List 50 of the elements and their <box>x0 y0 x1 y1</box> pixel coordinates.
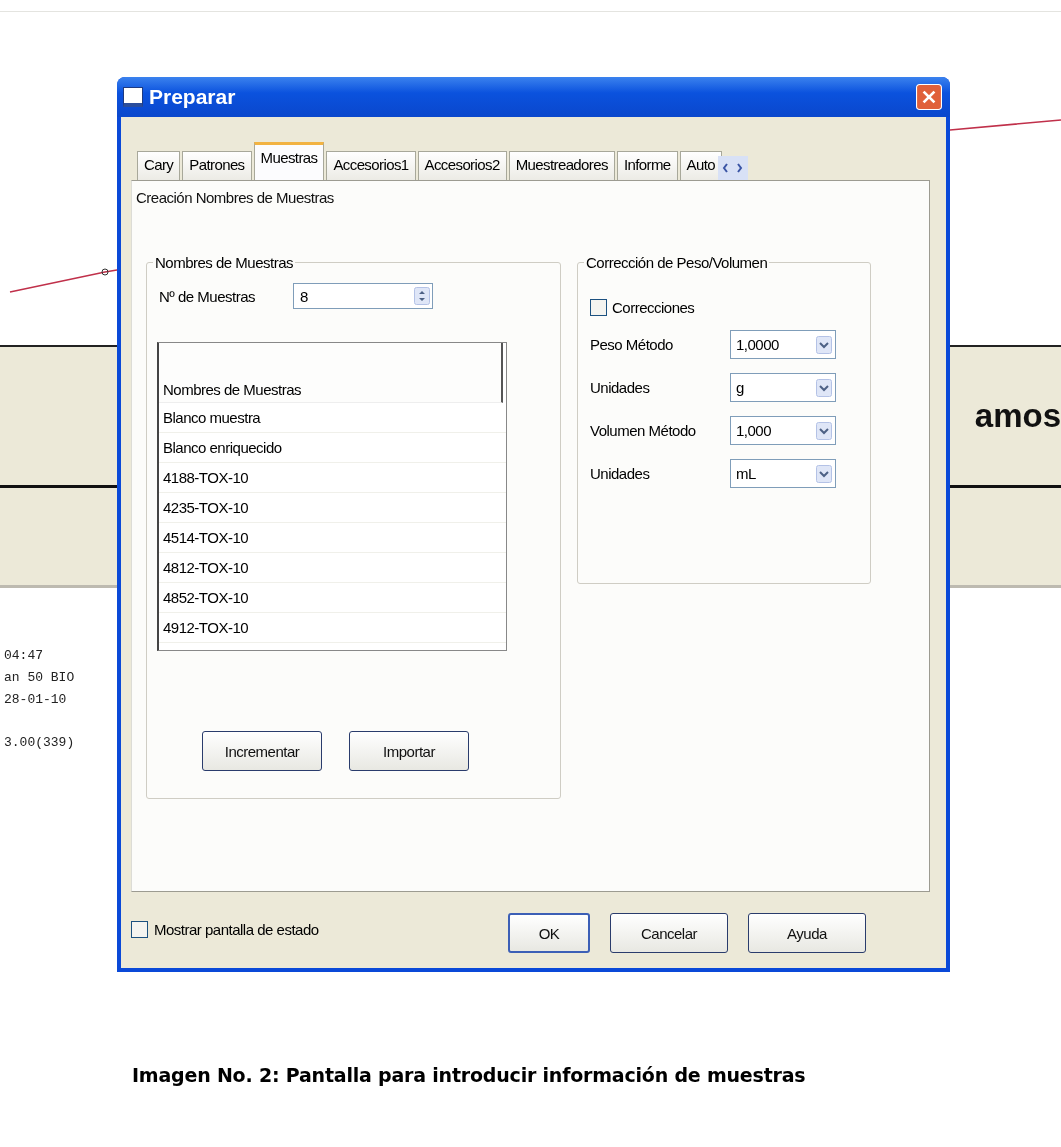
tab[interactable]: Patrones <box>182 151 252 180</box>
tab[interactable]: Auto <box>679 151 722 180</box>
window-icon <box>123 87 143 107</box>
button[interactable]: OK <box>508 913 590 953</box>
list-row[interactable]: 4852-TOX-10 <box>159 583 506 613</box>
list-row[interactable]: 4235-TOX-10 <box>159 493 506 523</box>
field-label: Volumen Método <box>589 422 697 439</box>
window-title: Preparar <box>149 85 237 109</box>
tab[interactable]: Muestras <box>253 142 325 180</box>
log-line: 3.00(339) <box>4 734 75 752</box>
log-line: 04:47 <box>4 647 43 665</box>
list-row[interactable]: Blanco muestra <box>159 403 506 433</box>
figure-caption: Imagen No. 2: Pantalla para introducir información de muestras <box>131 1064 807 1086</box>
dropdown[interactable]: 1,0000 <box>730 330 836 359</box>
checkbox-label: Correcciones <box>612 299 695 316</box>
column-header[interactable]: Nombres de Muestras <box>159 343 503 403</box>
dropdown[interactable]: g <box>730 373 836 402</box>
tab[interactable]: Accesorios2 <box>417 151 507 180</box>
list-row[interactable]: Blanco enriquecido <box>159 433 506 463</box>
tab[interactable]: Informe <box>616 151 678 180</box>
field-label: Peso Método <box>589 336 674 353</box>
field-label: Unidades <box>589 379 651 396</box>
close-button[interactable] <box>916 84 942 110</box>
field-label: Unidades <box>589 465 651 482</box>
tab[interactable]: Cary <box>137 151 181 180</box>
tab-scroll-arrows-icon[interactable] <box>718 156 748 180</box>
button[interactable]: Incrementar <box>202 731 322 771</box>
list-row[interactable]: 4812-TOX-10 <box>159 553 506 583</box>
section-heading: Creación Nombres de Muestras <box>136 189 335 206</box>
list-row[interactable]: 4912-TOX-10 <box>159 613 506 643</box>
field-label: Nº de Muestras <box>159 287 255 305</box>
group-title: Nombres de Muestras <box>153 254 296 271</box>
dropdown[interactable]: 1,000 <box>730 416 836 445</box>
log-line: 28-01-10 <box>4 691 67 709</box>
group-title: Corrección de Peso/Volumen <box>584 254 770 271</box>
button[interactable]: Ayuda <box>748 913 866 953</box>
spin-field[interactable]: 8 <box>293 283 433 309</box>
heading-text: amos <box>974 397 1061 435</box>
checkbox[interactable] <box>131 920 148 938</box>
spinner-arrows-icon[interactable] <box>414 286 430 306</box>
list-row[interactable]: 4188-TOX-10 <box>159 463 506 493</box>
checkbox-label: Mostrar pantalla de estado <box>154 920 319 938</box>
list-row[interactable]: 4514-TOX-10 <box>159 523 506 553</box>
checkbox[interactable] <box>590 299 607 316</box>
log-line: an 50 BIO <box>4 669 75 687</box>
button[interactable]: Cancelar <box>610 913 728 953</box>
dropdown[interactable]: mL <box>730 459 836 488</box>
button[interactable]: Importar <box>349 731 469 771</box>
tab[interactable]: Muestreadores <box>508 151 615 180</box>
tab[interactable]: Accesorios1 <box>326 151 416 180</box>
